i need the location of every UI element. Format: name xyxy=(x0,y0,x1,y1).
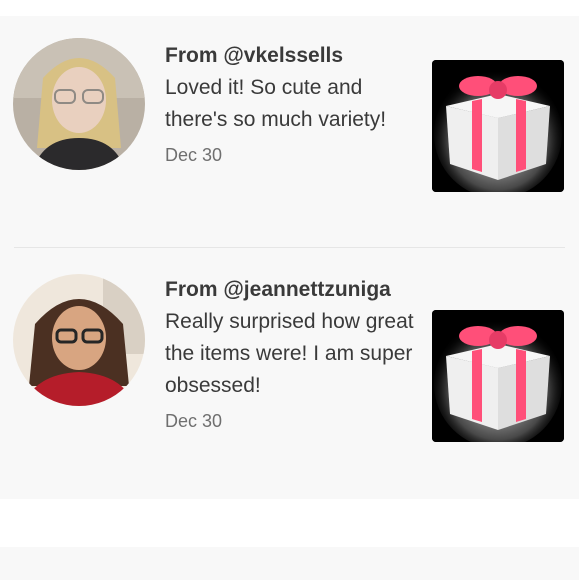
review-message: Really surprised how great the items wer… xyxy=(165,310,414,397)
review-message: Loved it! So cute and there's so much va… xyxy=(165,76,387,131)
review-text-block: From @vkelssells Loved it! So cute and t… xyxy=(165,40,420,168)
review-text-block: From @jeannettzuniga Really surprised ho… xyxy=(165,274,420,434)
gift-box-icon xyxy=(432,310,564,442)
review-date: Dec 30 xyxy=(165,411,223,431)
review-from[interactable]: From @vkelssells xyxy=(165,40,420,72)
review-item: From @jeannettzuniga Really surprised ho… xyxy=(0,248,579,499)
bottom-band xyxy=(0,547,579,580)
review-date: Dec 30 xyxy=(165,145,223,165)
review-from[interactable]: From @jeannettzuniga xyxy=(165,274,420,306)
avatar-photo-icon xyxy=(13,274,145,406)
gift-box-icon xyxy=(432,60,564,192)
review-item: From @vkelssells Loved it! So cute and t… xyxy=(0,16,579,247)
product-thumbnail[interactable] xyxy=(432,60,564,192)
reviewer-avatar[interactable] xyxy=(13,38,145,170)
product-thumbnail[interactable] xyxy=(432,310,564,442)
avatar-photo-icon xyxy=(13,38,145,170)
reviewer-avatar[interactable] xyxy=(13,274,145,406)
